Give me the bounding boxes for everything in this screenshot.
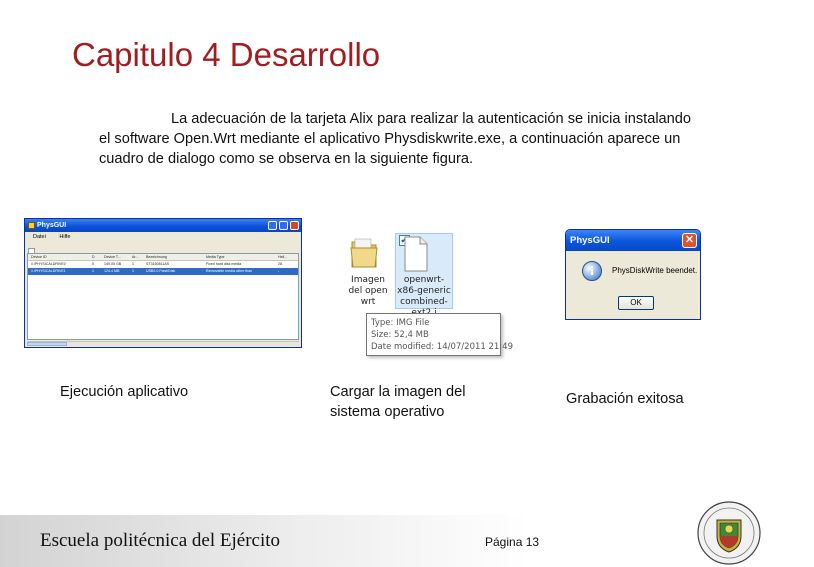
column-header[interactable]: D [92, 254, 100, 261]
scrollbar-thumb[interactable] [27, 342, 67, 346]
column-header[interactable]: Device ID [31, 254, 75, 261]
window-titlebar: PhysGUI [25, 219, 301, 232]
caption-line: Cargar la imagen del [330, 384, 466, 400]
tooltip-size: Size: 52,4 MB [371, 330, 429, 340]
dialog-titlebar: PhysGUI ✕ [566, 230, 700, 251]
physgui-window-screenshot: PhysGUI Datei Hilfe Device ID D Device T… [24, 218, 302, 348]
table-row[interactable]: \\.\PHYSICALDRIVE1 1 124.4 MB 1 USB2.0 F… [28, 268, 298, 275]
table-cell: 149.05 GB [104, 262, 122, 266]
tooltip-date: Date modified: 14/07/2011 21:49 [371, 342, 513, 352]
info-icon: i [582, 261, 602, 281]
table-cell: Removable media other than [206, 269, 253, 273]
toolbar [25, 242, 301, 255]
table-cell: 124.4 MB [104, 269, 120, 273]
page-number: Página 13 [485, 535, 540, 549]
dialog-title: PhysGUI [570, 235, 610, 246]
menu-item-datei[interactable]: Datei [33, 234, 46, 240]
column-header[interactable]: Ar... [132, 254, 144, 261]
device-list: Device ID D Device T... Ar... Bezeichnun… [27, 253, 299, 340]
paragraph-text: La adecuación de la tarjeta Alix para re… [99, 111, 692, 167]
crest-logo [697, 501, 761, 565]
minimize-icon[interactable] [268, 221, 277, 230]
menu-bar: Datei Hilfe [25, 232, 301, 242]
dialog-message: PhysDiskWrite beendet. [612, 266, 698, 275]
table-cell: 1 [92, 269, 94, 273]
table-cell: \\.\PHYSICALDRIVE1 [31, 269, 66, 273]
column-header[interactable]: Media Type [206, 254, 250, 261]
tooltip-type: Type: IMG File [371, 318, 430, 328]
caption-execution: Ejecución aplicativo [60, 384, 189, 400]
caption-success: Grabación exitosa [566, 391, 684, 407]
app-icon [28, 222, 35, 229]
folder-label: Imagen del open wrt [348, 275, 388, 307]
file-icon[interactable] [403, 236, 429, 272]
completion-dialog-screenshot: PhysGUI ✕ i PhysDiskWrite beendet. OK [565, 229, 701, 320]
column-header[interactable]: Device T... [104, 254, 128, 261]
list-header: Device ID D Device T... Ar... Bezeichnun… [28, 254, 298, 261]
caption-load-image: Cargar la imagen del sistema operativo [330, 382, 465, 422]
horizontal-scrollbar[interactable] [27, 341, 299, 346]
window-title: PhysGUI [37, 222, 67, 229]
table-cell: Fixed hard disk media [206, 262, 242, 266]
caption-line: sistema operativo [330, 404, 445, 420]
close-icon[interactable] [290, 221, 299, 230]
table-cell: \\.\PHYSICALDRIVE0 [31, 262, 66, 266]
explorer-screenshot: ✓ Imagen del open wrt openwrt-x86-generi… [343, 233, 513, 380]
menu-item-hilfe[interactable]: Hilfe [59, 234, 70, 240]
table-cell: - [278, 269, 280, 273]
table-row[interactable]: \\.\PHYSICALDRIVE0 0 149.05 GB 1 ST31608… [28, 261, 298, 268]
institution-name: Escuela politécnica del Ejército [40, 530, 281, 551]
table-cell: 1 [132, 262, 134, 266]
slide-title: Capitulo 4 Desarrollo [72, 36, 381, 73]
table-cell: USB2.0 FlashDisk [146, 269, 176, 273]
table-cell: ST3160811AS [146, 262, 170, 266]
table-cell: 1 [132, 269, 134, 273]
table-cell: 28 [278, 262, 282, 266]
column-header[interactable]: Hell... [278, 254, 294, 261]
table-cell: 0 [92, 262, 94, 266]
close-icon[interactable]: ✕ [682, 233, 697, 248]
column-header[interactable]: Bezeichnung [146, 254, 184, 261]
ok-button[interactable]: OK [618, 296, 654, 310]
body-paragraph: La adecuación de la tarjeta Alix para re… [99, 109, 699, 169]
maximize-icon[interactable] [279, 221, 288, 230]
folder-icon[interactable] [349, 236, 379, 270]
file-tooltip: Type: IMG File Size: 52,4 MB Date modifi… [366, 313, 513, 356]
